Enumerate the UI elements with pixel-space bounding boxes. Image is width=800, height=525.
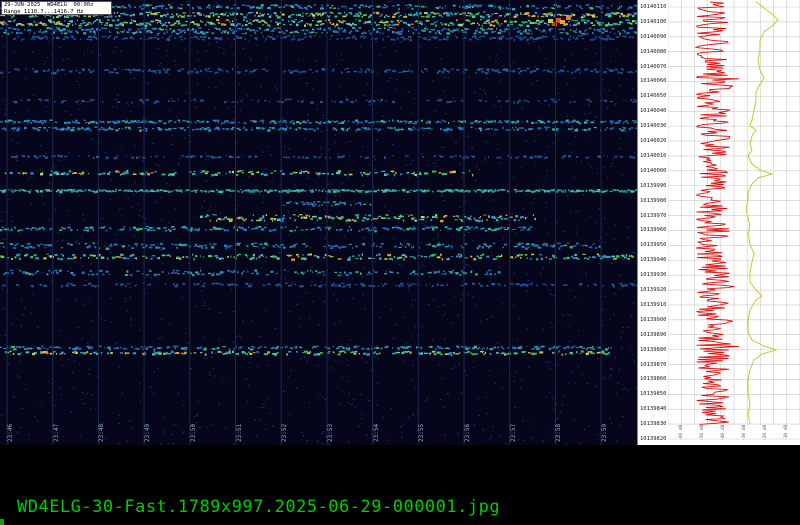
frequency-label: 10139890 bbox=[640, 331, 667, 338]
signal-band-strong-2 bbox=[0, 19, 637, 28]
info-line-1: 29-JUN-2025 WD4ELG 00:00z bbox=[4, 2, 94, 8]
frequency-label: 10139960 bbox=[640, 227, 667, 234]
frequency-label: 10139820 bbox=[640, 436, 667, 442]
corner-marker bbox=[0, 519, 4, 525]
time-tick-label: 23:54 bbox=[372, 423, 380, 442]
frequency-label: 10140000 bbox=[640, 167, 667, 174]
signal-band-9 bbox=[11, 155, 637, 160]
frequency-label: 10139980 bbox=[640, 197, 667, 204]
time-tick-label: 23:57 bbox=[509, 423, 517, 442]
signal-band-19 bbox=[0, 345, 613, 351]
signal-band-20 bbox=[4, 350, 610, 356]
time-tick-label: 23:55 bbox=[418, 423, 426, 442]
frequency-label: 10139900 bbox=[640, 316, 667, 323]
spectrum-tick-label: -30 dB bbox=[741, 424, 747, 441]
time-tick-label: 23:51 bbox=[235, 423, 243, 442]
info-line-2: Range 1110.7...1416.7 Hz bbox=[4, 8, 84, 15]
frequency-label: 10139990 bbox=[640, 182, 667, 189]
time-tick-label: 23:46 bbox=[7, 423, 14, 442]
red-signal-trace bbox=[694, 1, 740, 425]
time-tick-label: 23:49 bbox=[144, 423, 152, 442]
frequency-label: 10140040 bbox=[640, 108, 667, 115]
frequency-label: 10139970 bbox=[640, 212, 667, 219]
frequency-label: 10139850 bbox=[640, 391, 667, 398]
frequency-label: 10140070 bbox=[640, 63, 667, 70]
signal-band-strong-3 bbox=[0, 27, 637, 36]
signal-band-10 bbox=[4, 170, 474, 177]
frequency-label: 10139870 bbox=[640, 361, 667, 368]
time-tick-label: 23:58 bbox=[555, 423, 563, 442]
frequency-label: 10140010 bbox=[640, 152, 667, 159]
yellow-average-trace bbox=[745, 1, 779, 425]
spectrum-tick-label: -10 dB bbox=[783, 424, 789, 441]
signal-band-17 bbox=[3, 269, 501, 277]
signal-band-6 bbox=[12, 98, 637, 104]
frequency-label: 10140060 bbox=[640, 78, 667, 85]
frequency-label: 10140080 bbox=[640, 48, 667, 55]
frequency-label: 10139910 bbox=[640, 301, 667, 308]
frequency-label: 10139840 bbox=[640, 406, 667, 413]
signal-band-15 bbox=[0, 242, 601, 250]
signal-band-7 bbox=[0, 119, 637, 125]
filename-caption: WD4ELG-30-Fast.1789x997.2025-06-29-00000… bbox=[17, 497, 501, 517]
signal-band-18 bbox=[1, 282, 637, 288]
signal-band-4 bbox=[1, 35, 635, 42]
frequency-label: 10139830 bbox=[640, 421, 667, 428]
signal-band-11 bbox=[0, 189, 637, 194]
spectrum-tick-label: -40 dB bbox=[720, 424, 726, 441]
time-tick-label: 23:53 bbox=[326, 423, 334, 442]
frequency-label: 10140050 bbox=[640, 93, 667, 100]
time-tick-label: 23:48 bbox=[98, 423, 106, 442]
signal-band-13 bbox=[200, 214, 536, 223]
info-box: 29-JUN-2025 WD4ELG 00:00z Range 1110.7..… bbox=[1, 1, 112, 15]
spectrum-tick-label: -20 dB bbox=[762, 424, 768, 441]
frequency-label: 10139950 bbox=[640, 242, 667, 249]
frequency-label: 10139920 bbox=[640, 287, 667, 294]
time-tick-label: 23:50 bbox=[189, 423, 197, 442]
frequency-label: 10140020 bbox=[640, 138, 667, 145]
signal-band-14 bbox=[0, 226, 533, 233]
frequency-label: 10140110 bbox=[640, 4, 667, 10]
spectrum-tick-label: -50 dB bbox=[699, 424, 705, 441]
signal-band-16 bbox=[0, 253, 637, 261]
time-tick-label: 23:56 bbox=[464, 423, 471, 442]
waterfall-canvas bbox=[0, 0, 637, 445]
spectrum-panel: -60 dB -50 dB -40 dB -30 dB -20 dB -10 dB bbox=[668, 0, 800, 445]
time-tick-label: 23:59 bbox=[601, 423, 609, 442]
frequency-scale: 10140110 10140100 10140090 10140080 10140070… bbox=[637, 0, 669, 445]
frequency-label: 10140030 bbox=[640, 123, 667, 130]
frequency-label: 10139860 bbox=[640, 376, 667, 383]
frequency-label: 10140090 bbox=[640, 33, 667, 40]
spectrum-grid bbox=[668, 0, 800, 440]
frequency-label: 10139880 bbox=[640, 346, 667, 353]
spectrum-plot: -60 dB -50 dB -40 dB -30 dB -20 dB -10 dB bbox=[668, 0, 800, 441]
time-gridlines bbox=[6, 0, 602, 445]
time-tick-label: 23:47 bbox=[52, 423, 60, 442]
frequency-label: 10139930 bbox=[640, 272, 667, 279]
noise-layer bbox=[0, 0, 637, 445]
spectrum-tick-label: -60 dB bbox=[678, 424, 684, 441]
time-tick-label: 23:52 bbox=[281, 423, 289, 442]
frequency-label: 10140100 bbox=[640, 18, 667, 25]
waterfall-display: 29-JUN-2025 WD4ELG 00:00z Range 1110.7..… bbox=[0, 0, 637, 445]
signal-band-5 bbox=[0, 68, 637, 75]
frequency-label: 10139940 bbox=[640, 257, 667, 264]
